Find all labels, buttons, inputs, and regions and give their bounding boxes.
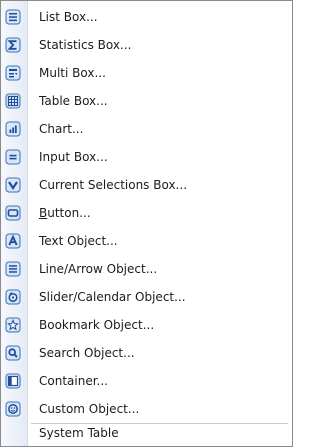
menu-item-label: Container... — [39, 374, 108, 388]
menu-item-multi-box[interactable]: Multi Box... — [1, 61, 292, 85]
context-menu: List Box... Statistics Box... Multi Box.… — [0, 0, 293, 447]
text-object-icon — [5, 233, 21, 249]
line-arrow-icon — [5, 261, 21, 277]
menu-item-container[interactable]: Container... — [1, 369, 292, 393]
slider-calendar-icon — [5, 289, 21, 305]
table-box-icon — [5, 93, 21, 109]
menu-item-label: Line/Arrow Object... — [39, 262, 158, 276]
menu-item-label: Custom Object... — [39, 402, 140, 416]
menu-item-label: System Table — [39, 426, 119, 440]
menu-item-list-box[interactable]: List Box... — [1, 5, 292, 29]
menu-item-slider-calendar-object[interactable]: Slider/Calendar Object... — [1, 285, 292, 309]
menu-item-label: Chart... — [39, 122, 84, 136]
search-icon — [5, 345, 21, 361]
menu-item-bookmark-object[interactable]: Bookmark Object... — [1, 313, 292, 337]
custom-object-icon — [5, 401, 21, 417]
menu-item-label: Current Selections Box... — [39, 178, 188, 192]
chart-icon — [5, 121, 21, 137]
multi-box-icon — [5, 65, 21, 81]
container-icon — [5, 373, 21, 389]
menu-item-text-object[interactable]: Text Object... — [1, 229, 292, 253]
menu-item-table-box[interactable]: Table Box... — [1, 89, 292, 113]
list-box-icon — [5, 9, 21, 25]
statistics-box-icon — [5, 37, 21, 53]
menu-item-button[interactable]: Button... — [1, 201, 292, 225]
menu-item-line-arrow-object[interactable]: Line/Arrow Object... — [1, 257, 292, 281]
bookmark-icon — [5, 317, 21, 333]
menu-item-label: Statistics Box... — [39, 38, 132, 52]
menu-item-custom-object[interactable]: Custom Object... — [1, 397, 292, 421]
menu-item-label: Bookmark Object... — [39, 318, 155, 332]
menu-item-statistics-box[interactable]: Statistics Box... — [1, 33, 292, 57]
menu-item-label: Table Box... — [39, 94, 108, 108]
menu-item-label: Input Box... — [39, 150, 108, 164]
current-selections-icon — [5, 177, 21, 193]
menu-item-system-table[interactable]: System Table — [1, 421, 292, 445]
accelerator-key: B — [39, 206, 48, 220]
menu-item-search-object[interactable]: Search Object... — [1, 341, 292, 365]
menu-item-label: Multi Box... — [39, 66, 106, 80]
input-box-icon — [5, 149, 21, 165]
menu-item-chart[interactable]: Chart... — [1, 117, 292, 141]
menu-item-input-box[interactable]: Input Box... — [1, 145, 292, 169]
menu-item-label: List Box... — [39, 10, 98, 24]
menu-item-label: Search Object... — [39, 346, 135, 360]
button-icon — [5, 205, 21, 221]
menu-item-label: Button... — [39, 206, 91, 220]
menu-item-label: Slider/Calendar Object... — [39, 290, 186, 304]
menu-item-label: Text Object... — [39, 234, 118, 248]
menu-item-current-selections-box[interactable]: Current Selections Box... — [1, 173, 292, 197]
